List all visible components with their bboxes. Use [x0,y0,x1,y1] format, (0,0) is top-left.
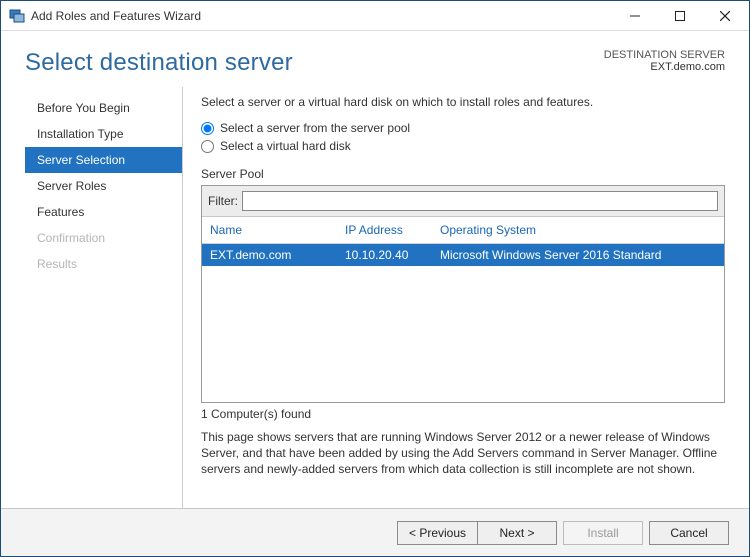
instruction-text: Select a server or a virtual hard disk o… [201,95,725,109]
cell-name: EXT.demo.com [210,248,345,262]
filter-label: Filter: [208,194,238,208]
cell-os: Microsoft Windows Server 2016 Standard [440,248,716,262]
step-results: Results [25,251,182,277]
table-body: EXT.demo.com 10.10.20.40 Microsoft Windo… [202,244,724,402]
filter-row: Filter: [202,186,724,217]
step-server-selection[interactable]: Server Selection [25,147,182,173]
body: Before You Begin Installation Type Serve… [1,87,749,508]
step-confirmation: Confirmation [25,225,182,251]
maximize-button[interactable] [657,2,702,30]
nav-button-group: < Previous Next > [397,521,557,545]
step-label: Server Roles [37,179,106,193]
step-label: Installation Type [37,127,124,141]
step-label: Features [37,205,84,219]
titlebar: Add Roles and Features Wizard [1,1,749,31]
column-header-os[interactable]: Operating System [440,223,716,237]
previous-button[interactable]: < Previous [397,521,477,545]
step-label: Server Selection [37,153,125,167]
cell-ip: 10.10.20.40 [345,248,440,262]
window-title: Add Roles and Features Wizard [31,9,612,23]
radio-server-pool-label: Select a server from the server pool [220,121,410,135]
destination-label: DESTINATION SERVER [604,49,725,61]
column-header-ip[interactable]: IP Address [345,223,440,237]
radio-server-pool-input[interactable] [201,122,214,135]
filter-input[interactable] [242,191,718,211]
server-pool-heading: Server Pool [201,167,725,181]
destination-server: EXT.demo.com [604,61,725,73]
page-title: Select destination server [25,49,293,77]
install-button: Install [563,521,643,545]
step-installation-type[interactable]: Installation Type [25,121,182,147]
minimize-button[interactable] [612,2,657,30]
content-pane: Select a server or a virtual hard disk o… [183,87,725,508]
step-features[interactable]: Features [25,199,182,225]
step-before-you-begin[interactable]: Before You Begin [25,95,182,121]
step-server-roles[interactable]: Server Roles [25,173,182,199]
step-label: Confirmation [37,231,105,245]
column-header-name[interactable]: Name [210,223,345,237]
step-label: Before You Begin [37,101,130,115]
app-icon [9,8,25,24]
radio-vhd[interactable]: Select a virtual hard disk [201,139,725,153]
table-header: Name IP Address Operating System [202,217,724,244]
table-row[interactable]: EXT.demo.com 10.10.20.40 Microsoft Windo… [202,244,724,266]
wizard-steps-sidebar: Before You Begin Installation Type Serve… [25,87,183,508]
window-controls [612,2,747,30]
footer: < Previous Next > Install Cancel [1,508,749,556]
radio-vhd-input[interactable] [201,140,214,153]
radio-vhd-label: Select a virtual hard disk [220,139,351,153]
next-button[interactable]: Next > [477,521,557,545]
server-pool-box: Filter: Name IP Address Operating System… [201,185,725,403]
close-button[interactable] [702,2,747,30]
note-text: This page shows servers that are running… [201,429,725,478]
header: Select destination server DESTINATION SE… [1,31,749,87]
destination-block: DESTINATION SERVER EXT.demo.com [604,49,725,73]
cancel-button[interactable]: Cancel [649,521,729,545]
computers-found-text: 1 Computer(s) found [201,407,725,421]
step-label: Results [37,257,77,271]
radio-server-pool[interactable]: Select a server from the server pool [201,121,725,135]
